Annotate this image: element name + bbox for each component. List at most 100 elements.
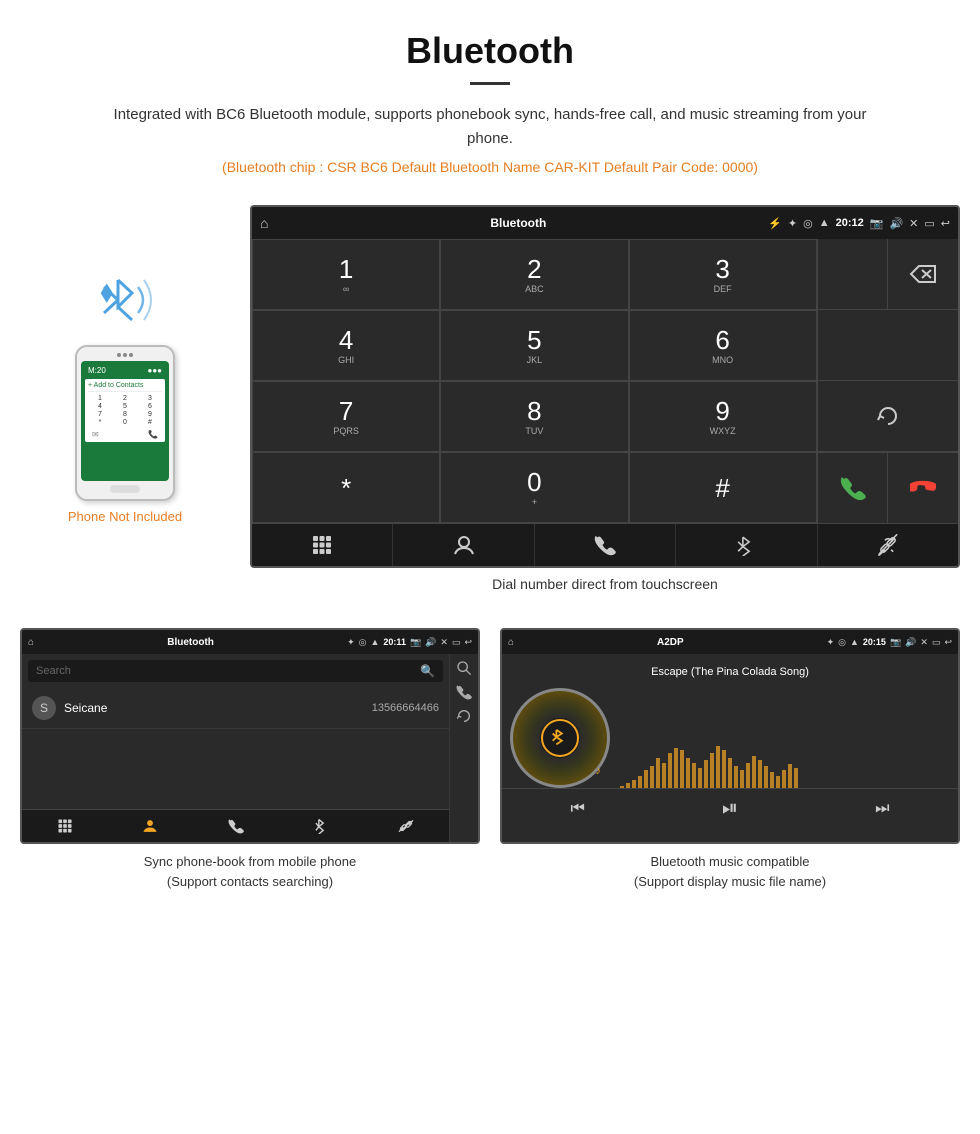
- phone-mockup: M:20●●● + Add to Contacts 1 2 3 4 5 6 7 …: [75, 345, 175, 501]
- music-rect-icon: ▭: [932, 637, 941, 648]
- next-track-btn[interactable]: ⏭: [875, 800, 889, 818]
- music-art-area: ♪: [502, 688, 958, 788]
- dial-key-7[interactable]: 7PQRS: [252, 381, 440, 452]
- pb-dialpad-icon: [57, 818, 73, 834]
- nav-bluetooth[interactable]: [676, 524, 817, 566]
- pb-caption: Sync phone-book from mobile phone (Suppo…: [20, 852, 480, 891]
- close-icon: ✕: [909, 217, 918, 230]
- visualizer-bar: [698, 768, 702, 788]
- pb-cam-icon: 📷: [410, 637, 421, 648]
- music-vol-icon: 🔊: [905, 637, 916, 648]
- pb-search-icon[interactable]: 🔍: [420, 664, 435, 678]
- pb-home-icon[interactable]: ⌂: [28, 637, 34, 648]
- visualizer-bar: [746, 763, 750, 788]
- pb-status-bar: ⌂ Bluetooth ✦ ◎ ▲ 20:11 📷 🔊 ✕ ▭ ↩: [22, 630, 478, 654]
- bluetooth-icon: ⬧: [100, 275, 114, 309]
- back-icon[interactable]: ↩: [941, 217, 950, 230]
- pb-nav-phone[interactable]: [193, 810, 278, 842]
- nav-contacts[interactable]: [393, 524, 534, 566]
- music-disc-inner: [541, 719, 579, 757]
- dial-call-red[interactable]: [888, 453, 958, 523]
- nav-dialpad[interactable]: [252, 524, 393, 566]
- phonebook-screen: ⌂ Bluetooth ✦ ◎ ▲ 20:11 📷 🔊 ✕ ▭ ↩: [20, 628, 480, 844]
- pb-link-icon: [398, 818, 414, 834]
- bluetooth-specs: (Bluetooth chip : CSR BC6 Default Blueto…: [60, 159, 920, 175]
- visualizer-bar: [740, 770, 744, 788]
- pb-nav-dialpad[interactable]: [22, 810, 107, 842]
- phone-screen: M:20●●● + Add to Contacts 1 2 3 4 5 6 7 …: [81, 361, 169, 481]
- pb-contact-number: 13566664466: [372, 702, 439, 714]
- dial-backspace[interactable]: [888, 239, 958, 309]
- main-section: ⬧: [0, 205, 980, 608]
- dial-key-hash[interactable]: #: [629, 452, 817, 523]
- music-controls: ⏮ ⏯ ⏭: [502, 788, 958, 828]
- phone-key: 6: [138, 403, 162, 410]
- music-back-icon[interactable]: ↩: [944, 637, 952, 648]
- large-screen-col: ⌂ Bluetooth ⚡ ✦ ◎ ▲ 20:12 📷 🔊 ✕ ▭ ↩: [250, 205, 960, 608]
- visualizer-bar: [728, 758, 732, 788]
- volume-icon: 🔊: [889, 217, 903, 230]
- usb-icon: ⚡: [768, 217, 782, 230]
- pb-empty-area: [22, 729, 449, 809]
- pb-back-icon[interactable]: ↩: [464, 637, 472, 648]
- pb-nav-link[interactable]: [364, 810, 449, 842]
- pb-title: Bluetooth: [38, 637, 343, 648]
- dial-key-0[interactable]: 0+: [440, 452, 628, 523]
- pb-contact-name: Seicane: [64, 701, 364, 715]
- pb-right-phone-icon[interactable]: [456, 684, 472, 700]
- large-screen-caption: Dial number direct from touchscreen: [250, 576, 960, 592]
- pb-person-icon: [142, 818, 158, 834]
- dial-key-2[interactable]: 2ABC: [440, 239, 628, 310]
- phone-key: 1: [88, 395, 112, 402]
- dial-reload[interactable]: [818, 381, 958, 452]
- pb-right-reload-icon[interactable]: [456, 708, 472, 724]
- prev-track-btn[interactable]: ⏮: [571, 800, 585, 818]
- dial-key-5[interactable]: 5JKL: [440, 310, 628, 381]
- nav-link[interactable]: [818, 524, 958, 566]
- large-status-bar: ⌂ Bluetooth ⚡ ✦ ◎ ▲ 20:12 📷 🔊 ✕ ▭ ↩: [252, 207, 958, 239]
- reload-icon: [874, 402, 902, 430]
- phone-top-bar: [81, 353, 169, 357]
- phone-key: 3: [138, 395, 162, 402]
- music-home-icon[interactable]: ⌂: [508, 637, 514, 648]
- dialpad-icon: [311, 534, 333, 556]
- pb-phone-icon: [228, 818, 244, 834]
- pb-nav-bluetooth[interactable]: [278, 810, 363, 842]
- music-cam-icon: 📷: [890, 637, 901, 648]
- visualizer-bar: [692, 763, 696, 788]
- visualizer-bar: [704, 760, 708, 788]
- bottom-section: ⌂ Bluetooth ✦ ◎ ▲ 20:11 📷 🔊 ✕ ▭ ↩: [0, 628, 980, 891]
- dial-key-1[interactable]: 1∞: [252, 239, 440, 310]
- phone-key: 9: [138, 411, 162, 418]
- dial-key-star[interactable]: *: [252, 452, 440, 523]
- music-signal-icon: ▲: [850, 637, 859, 647]
- visualizer-bar: [680, 750, 684, 788]
- song-title: Escape (The Pina Colada Song): [651, 666, 809, 678]
- dial-key-8[interactable]: 8TUV: [440, 381, 628, 452]
- dial-key-3[interactable]: 3DEF: [629, 239, 817, 310]
- backspace-icon: [909, 264, 937, 284]
- pb-caption-line1: Sync phone-book from mobile phone: [144, 854, 356, 869]
- play-pause-btn[interactable]: ⏯: [722, 797, 738, 820]
- pb-search-bar[interactable]: Search 🔍: [28, 660, 443, 682]
- visualizer-bar: [674, 748, 678, 788]
- pb-caption-line2: (Support contacts searching): [167, 874, 333, 889]
- pb-time: 20:11: [383, 637, 406, 647]
- visualizer-bar: [644, 770, 648, 788]
- visualizer-bar: [794, 768, 798, 788]
- nav-phone[interactable]: [535, 524, 676, 566]
- large-screen-title: Bluetooth: [274, 216, 762, 230]
- dial-key-9[interactable]: 9WXYZ: [629, 381, 817, 452]
- large-screen: ⌂ Bluetooth ⚡ ✦ ◎ ▲ 20:12 📷 🔊 ✕ ▭ ↩: [250, 205, 960, 568]
- music-card: ⌂ A2DP ✦ ◎ ▲ 20:15 📷 🔊 ✕ ▭ ↩ Escape (The…: [500, 628, 960, 891]
- home-icon[interactable]: ⌂: [260, 215, 268, 231]
- pb-right-search-icon[interactable]: [456, 660, 472, 676]
- dial-key-4[interactable]: 4GHI: [252, 310, 440, 381]
- dial-call-green[interactable]: [818, 453, 889, 523]
- bluetooth-waves: ⬧: [90, 265, 160, 335]
- music-close-icon: ✕: [920, 637, 928, 648]
- dial-key-6[interactable]: 6MNO: [629, 310, 817, 381]
- pb-nav-person[interactable]: [107, 810, 192, 842]
- bottom-nav: [252, 523, 958, 566]
- pb-contact-row[interactable]: S Seicane 13566664466: [22, 688, 449, 729]
